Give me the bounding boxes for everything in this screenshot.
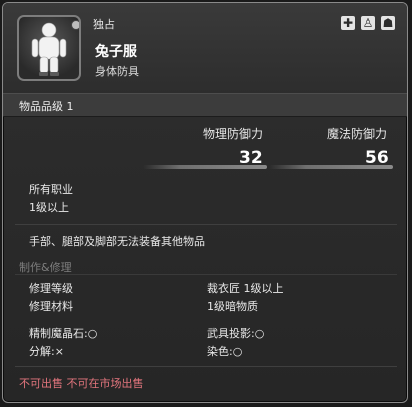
desynthesis-status: 分解:×: [29, 345, 64, 358]
section-divider: [15, 274, 397, 275]
divider: [15, 224, 397, 225]
crafting-section-title: 制作&修理: [19, 261, 72, 274]
required-level: 1级以上: [29, 201, 69, 214]
class-job: 所有职业: [29, 183, 73, 196]
dye-status: 染色:○: [207, 345, 243, 358]
glamour-status: 武具投影:○: [207, 327, 265, 340]
unique-tag: 独占: [93, 18, 115, 31]
magic-defense-label: 魔法防御力: [327, 127, 388, 141]
item-header: 独占 兔子服 身体防具 ✚ ♙ ☗: [3, 3, 407, 93]
equip-restriction: 手部、腿部及脚部无法装备其他物品: [29, 235, 205, 248]
divider: [15, 366, 397, 367]
repair-material-value: 1级暗物质: [207, 300, 258, 313]
status-icons: ✚ ♙ ☗: [341, 16, 395, 30]
item-name: 兔子服: [95, 44, 137, 60]
repair-level-value: 裁衣匠 1级以上: [207, 282, 284, 295]
item-level-bar: 物品品级 1: [3, 93, 407, 117]
item-icon: [17, 15, 81, 81]
physical-defense-label: 物理防御力: [203, 127, 264, 141]
retainer-icon: ☗: [381, 16, 395, 30]
equip-cross-icon: ✚: [341, 16, 355, 30]
item-tooltip: 独占 兔子服 身体防具 ✚ ♙ ☗ 物品品级 1 物理防御力 32 魔法防御力 …: [2, 2, 408, 403]
physical-defense-underline: [143, 165, 267, 169]
unique-gem-icon: [71, 20, 79, 30]
bunny-suit-icon: [31, 22, 67, 76]
materia-melding: 精制魔晶石:○: [29, 327, 98, 340]
armoury-icon: ♙: [361, 16, 375, 30]
item-level: 物品品级 1: [19, 100, 74, 113]
repair-level-label: 修理等级: [29, 282, 73, 295]
item-category: 身体防具: [95, 65, 139, 78]
magic-defense-underline: [269, 165, 393, 169]
repair-material-label: 修理材料: [29, 300, 73, 313]
market-restriction: 不可出售 不可在市场出售: [19, 377, 144, 390]
